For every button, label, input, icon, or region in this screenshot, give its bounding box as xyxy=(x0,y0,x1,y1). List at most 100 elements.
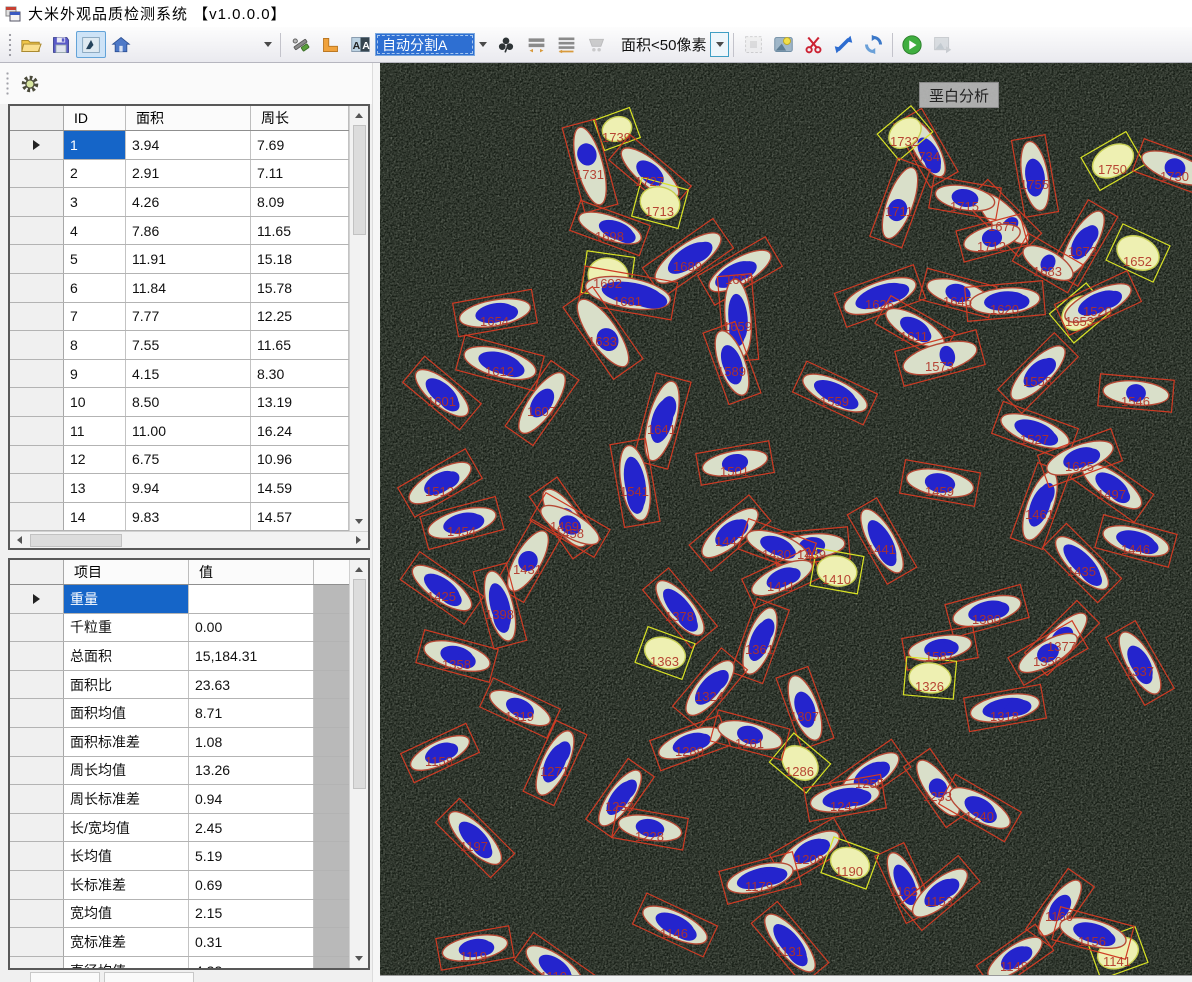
area-filter-dropdown[interactable] xyxy=(710,32,729,57)
cell[interactable]: 13 xyxy=(64,474,126,502)
cell[interactable]: 4.26 xyxy=(126,188,251,216)
measure-lines-button[interactable] xyxy=(551,31,581,58)
cell[interactable]: 0.31 xyxy=(189,928,314,956)
row-header[interactable] xyxy=(10,585,64,613)
segmentation-combo-dropdown[interactable] xyxy=(475,33,491,57)
cell[interactable]: 4 xyxy=(64,217,126,245)
cell[interactable]: 8 xyxy=(64,331,126,359)
scroll-thumb[interactable] xyxy=(353,579,366,789)
column-header[interactable]: 项目 xyxy=(64,560,189,584)
row-header[interactable] xyxy=(10,188,64,216)
image-text-button[interactable]: A A xyxy=(345,31,375,58)
measurement-table-vscrollbar[interactable] xyxy=(349,106,368,531)
table-row[interactable]: 周长均值13.26 xyxy=(10,757,349,786)
cell[interactable]: 3 xyxy=(64,188,126,216)
cell[interactable]: 15.78 xyxy=(251,274,349,302)
cell[interactable]: 直径均值 xyxy=(64,957,189,968)
row-header[interactable] xyxy=(10,331,64,359)
cell[interactable]: 7.77 xyxy=(126,303,251,331)
cell[interactable]: 10.96 xyxy=(251,446,349,474)
row-header[interactable] xyxy=(10,446,64,474)
corner-angle-button[interactable] xyxy=(315,31,345,58)
table-row[interactable]: 千粒重0.00 xyxy=(10,614,349,643)
refresh-button[interactable] xyxy=(858,31,888,58)
cell[interactable]: 9.83 xyxy=(126,503,251,531)
row-header[interactable] xyxy=(10,928,64,956)
table-row[interactable]: 长标准差0.69 xyxy=(10,871,349,900)
cell[interactable]: 10 xyxy=(64,388,126,416)
image-export-button[interactable] xyxy=(927,31,957,58)
row-header[interactable] xyxy=(10,503,64,531)
row-header[interactable] xyxy=(10,160,64,188)
scissors-button[interactable] xyxy=(798,31,828,58)
row-header[interactable] xyxy=(10,274,64,302)
cell[interactable]: 16.24 xyxy=(251,417,349,445)
row-header-corner[interactable] xyxy=(10,106,64,130)
row-header[interactable] xyxy=(10,871,64,899)
select-region-button[interactable] xyxy=(738,31,768,58)
cell[interactable]: 9.94 xyxy=(126,474,251,502)
table-row[interactable]: 周长标准差0.94 xyxy=(10,785,349,814)
cell[interactable]: 12.25 xyxy=(251,303,349,331)
cell[interactable]: 23.63 xyxy=(189,671,314,699)
cell[interactable] xyxy=(189,585,314,613)
table-row[interactable]: 面积均值8.71 xyxy=(10,699,349,728)
row-header[interactable] xyxy=(10,699,64,727)
cell[interactable]: 8.71 xyxy=(189,699,314,727)
tab[interactable] xyxy=(30,972,100,982)
cell[interactable]: 4.15 xyxy=(126,360,251,388)
table-row[interactable]: 面积标准差1.08 xyxy=(10,728,349,757)
statistics-table-vscrollbar[interactable] xyxy=(349,560,368,968)
table-row[interactable]: 长/宽均值2.45 xyxy=(10,814,349,843)
measure-width-button[interactable] xyxy=(521,31,551,58)
table-row[interactable]: 139.9414.59 xyxy=(10,474,349,503)
cell[interactable]: 4.33 xyxy=(189,957,314,968)
table-row[interactable]: 面积比23.63 xyxy=(10,671,349,700)
column-header[interactable]: 值 xyxy=(189,560,314,584)
cell[interactable]: 14 xyxy=(64,503,126,531)
cell[interactable]: 15,184.31 xyxy=(189,642,314,670)
cell[interactable]: 11.91 xyxy=(126,245,251,273)
cell[interactable]: 重量 xyxy=(64,585,189,613)
cell[interactable]: 13.19 xyxy=(251,388,349,416)
cell[interactable]: 7.86 xyxy=(126,217,251,245)
scroll-down-button[interactable] xyxy=(352,951,367,966)
table-row[interactable]: 77.7712.25 xyxy=(10,303,349,332)
scroll-thumb[interactable] xyxy=(353,125,366,235)
cell[interactable]: 12 xyxy=(64,446,126,474)
scroll-down-button[interactable] xyxy=(352,514,367,529)
row-header[interactable] xyxy=(10,757,64,785)
cell[interactable]: 周长标准差 xyxy=(64,785,189,813)
camera-combo-dropdown[interactable] xyxy=(260,33,276,57)
table-row[interactable]: 94.158.30 xyxy=(10,360,349,389)
cell[interactable]: 0.94 xyxy=(189,785,314,813)
table-row[interactable]: 611.8415.78 xyxy=(10,274,349,303)
table-row[interactable]: 22.917.11 xyxy=(10,160,349,189)
open-folder-button[interactable] xyxy=(16,31,46,58)
table-row[interactable]: 直径均值4.33 xyxy=(10,957,349,968)
cell[interactable]: 总面积 xyxy=(64,642,189,670)
scroll-right-button[interactable] xyxy=(351,533,366,548)
row-header[interactable] xyxy=(10,642,64,670)
cell[interactable]: 2 xyxy=(64,160,126,188)
cell[interactable]: 面积比 xyxy=(64,671,189,699)
image-adjust-button[interactable] xyxy=(768,31,798,58)
tab[interactable] xyxy=(104,972,194,982)
row-header[interactable] xyxy=(10,785,64,813)
play-button[interactable] xyxy=(897,31,927,58)
cell[interactable]: 1 xyxy=(64,131,126,159)
cell[interactable]: 0.00 xyxy=(189,614,314,642)
column-header[interactable]: ID xyxy=(64,106,126,130)
row-header[interactable] xyxy=(10,671,64,699)
settings-gear-icon[interactable] xyxy=(19,73,41,95)
cell[interactable]: 11.00 xyxy=(126,417,251,445)
table-row[interactable]: 13.947.69 xyxy=(10,131,349,160)
segmentation-combo[interactable]: 自动分割A xyxy=(375,33,475,56)
panel-splitter[interactable] xyxy=(372,63,380,982)
table-row[interactable]: 总面积15,184.31 xyxy=(10,642,349,671)
cell[interactable]: 11.65 xyxy=(251,331,349,359)
camera-combo[interactable] xyxy=(142,33,260,57)
cell[interactable]: 周长均值 xyxy=(64,757,189,785)
scroll-up-button[interactable] xyxy=(352,108,367,123)
cell[interactable]: 面积标准差 xyxy=(64,728,189,756)
